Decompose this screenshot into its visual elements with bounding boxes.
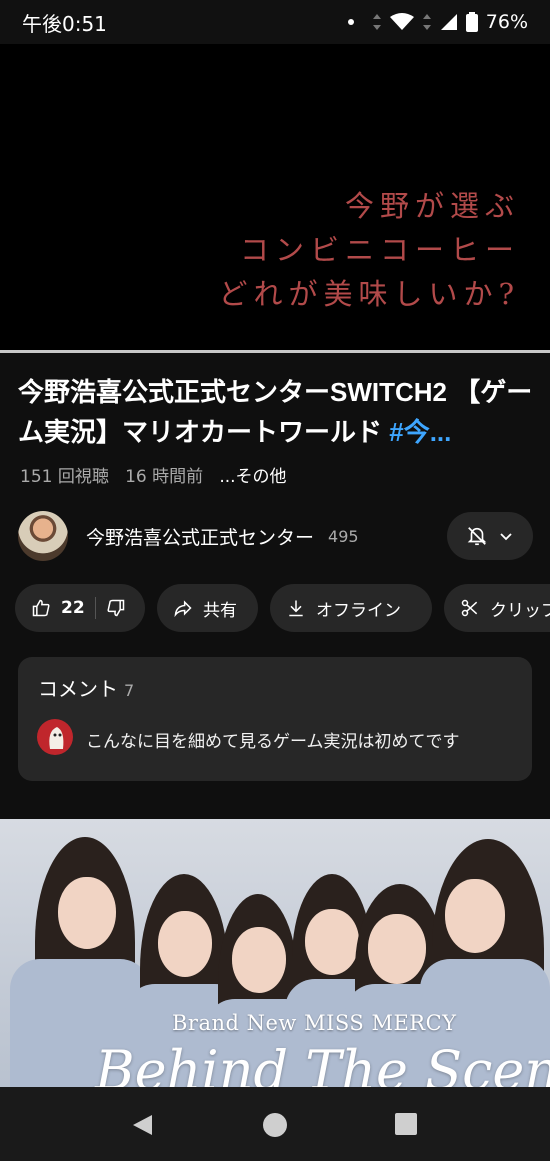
back-icon[interactable] [130,1112,156,1138]
action-chips: 22 共有 オフライン クリップ [15,584,550,632]
video-hashtag[interactable]: #今... [389,417,451,447]
overlay-line-2: コンビニコーヒー [239,233,520,267]
battery-percent: 76% [485,11,528,33]
channel-avatar[interactable] [18,511,68,561]
thumbnail-title: Behind The Scenes [95,1039,550,1087]
upload-age: 16 時間前 [125,467,204,487]
like-count: 22 [61,598,85,618]
subscriber-count: 495 [328,526,359,546]
overlay-line-3: どれが美味しいか? [218,277,520,311]
comments-panel[interactable]: コメント 7 こんなに目を細めて見るゲーム実況は初めてです [18,657,532,781]
comments-count: 7 [124,681,135,700]
next-video-thumbnail[interactable]: Brand New MISS MERCY Behind The Scenes [0,819,550,1087]
video-player[interactable]: 今野が選ぶ コンビニコーヒー どれが美味しいか? [0,44,550,352]
status-icons: 76% [347,11,528,33]
top-comment-text: こんなに目を細めて見るゲーム実況は初めてです [86,732,460,752]
chevron-down-icon [500,533,512,541]
wifi-icon [389,13,414,30]
bell-off-icon [467,527,487,546]
thumbnail-subtitle: Brand New MISS MERCY [172,1011,457,1035]
video-title-text: 今野浩喜公式正式センターSWITCH2 【ゲーム実況】マリオカートワールド [18,377,533,447]
system-nav-bar [0,1087,550,1161]
share-label: 共有 [203,600,237,621]
video-title[interactable]: 今野浩喜公式正式センターSWITCH2 【ゲーム実況】マリオカートワールド #今… [18,372,533,452]
clip-label: クリップ [490,600,550,621]
notification-bell-button[interactable] [447,512,533,560]
data-arrows-icon-2 [422,14,431,30]
clip-button[interactable]: クリップ [444,584,550,632]
share-arrow-icon [174,600,192,618]
view-count: 151 回視聴 [20,467,109,487]
like-dislike-chip[interactable]: 22 [15,584,145,632]
scissors-icon [461,599,478,617]
status-time: 午後0:51 [22,11,107,36]
channel-row[interactable]: 今野浩喜公式正式センター 495 [18,510,533,562]
home-icon[interactable] [262,1112,288,1138]
comments-title: コメント [38,677,118,701]
video-progress-bar[interactable] [0,350,550,353]
share-button[interactable]: 共有 [157,584,258,632]
notification-dot-icon [347,19,354,25]
comments-header: コメント 7 [38,673,134,702]
data-arrows-icon [372,14,381,30]
channel-name[interactable]: 今野浩喜公式正式センター [86,523,314,550]
offline-button[interactable]: オフライン [270,584,432,632]
thumbs-down-icon[interactable] [106,598,126,618]
chip-divider [94,597,96,619]
commenter-avatar [37,719,73,755]
more-link[interactable]: ...その他 [219,467,286,487]
thumbs-up-icon[interactable] [31,598,51,618]
video-overlay-text: 今野が選ぶ コンビニコーヒー どれが美味しいか? [218,184,520,316]
recents-icon[interactable] [394,1112,418,1136]
overlay-line-1: 今野が選ぶ [344,189,520,223]
battery-icon [465,12,478,32]
cell-signal-icon [440,14,457,30]
status-bar: 午後0:51 76% [0,0,550,44]
offline-label: オフライン [316,600,401,621]
download-icon [289,600,303,617]
video-meta[interactable]: 151 回視聴 16 時間前 ...その他 [20,462,287,487]
